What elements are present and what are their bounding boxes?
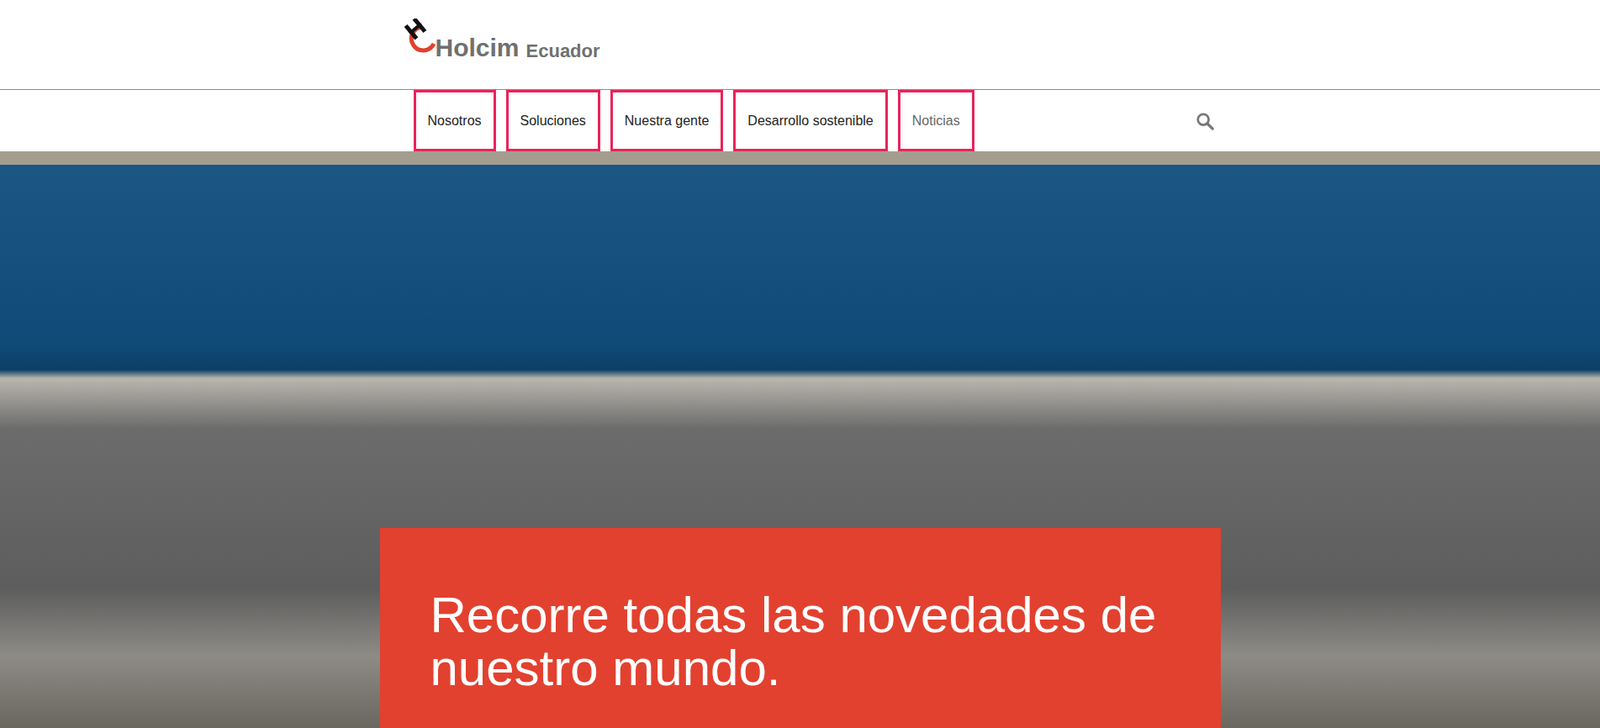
holcim-mark-icon — [403, 18, 441, 56]
header-container: Holcim Ecuador — [380, 0, 1221, 61]
nav-item[interactable]: Noticias — [897, 89, 975, 152]
nav-item[interactable]: Soluciones — [506, 89, 601, 152]
logo-region: Ecuador — [526, 42, 601, 61]
nav-item[interactable]: Desarrollo sostenible — [733, 89, 888, 152]
hero-banner: Recorre todas las novedades de nuestro m… — [380, 528, 1221, 728]
nav-container: NosotrosSolucionesNuestra genteDesarroll… — [380, 89, 1221, 152]
site-header: Holcim Ecuador — [0, 0, 1600, 90]
logo[interactable]: Holcim Ecuador — [380, 0, 1221, 61]
main-nav: NosotrosSolucionesNuestra genteDesarroll… — [0, 89, 1600, 152]
nav-item[interactable]: Nuestra gente — [610, 89, 724, 152]
nav-item[interactable]: Nosotros — [413, 89, 497, 152]
nav-list: NosotrosSolucionesNuestra genteDesarroll… — [380, 89, 975, 152]
logo-brand: Holcim — [435, 35, 520, 61]
hero-image: Recorre todas las novedades de nuestro m… — [0, 151, 1600, 728]
hero-headline: Recorre todas las novedades de nuestro m… — [430, 588, 1171, 695]
search-icon[interactable] — [1195, 111, 1215, 131]
